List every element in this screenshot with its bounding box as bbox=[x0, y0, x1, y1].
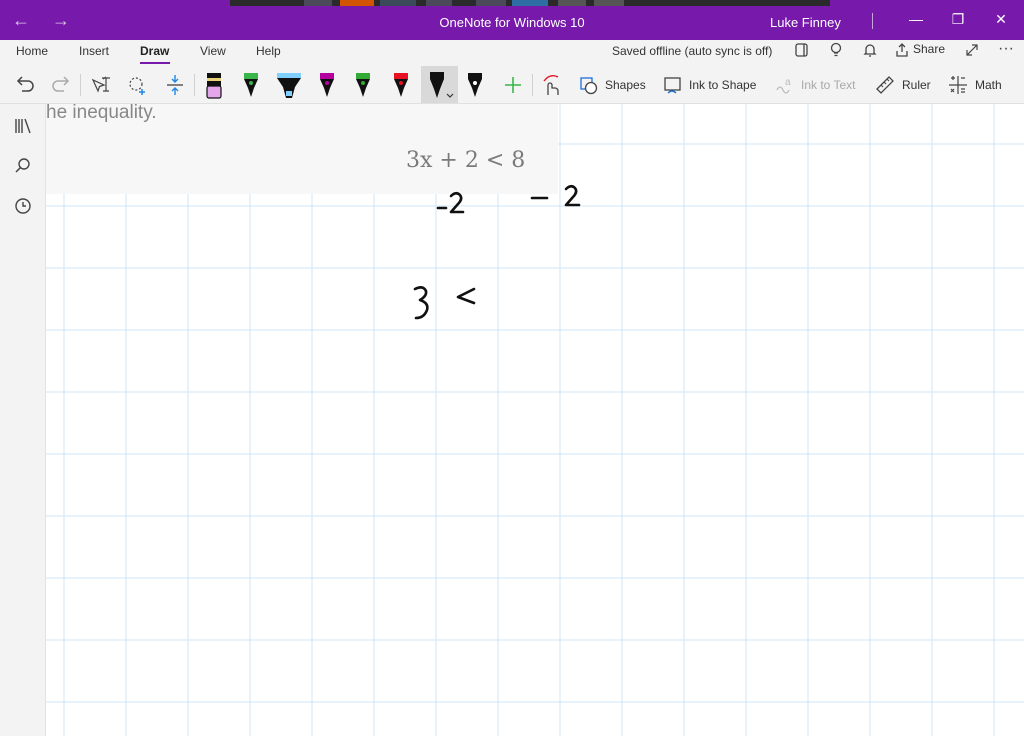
pen-green-icon[interactable] bbox=[240, 72, 262, 98]
close-icon[interactable]: ✕ bbox=[991, 11, 1011, 28]
ink-layer[interactable] bbox=[46, 104, 1024, 736]
ink-to-shape-button[interactable]: Ink to Shape bbox=[689, 78, 756, 92]
active-tab-indicator bbox=[140, 62, 170, 64]
user-name[interactable]: Luke Finney bbox=[770, 15, 841, 30]
more-options-icon[interactable]: ··· bbox=[998, 40, 1014, 58]
share-icon[interactable] bbox=[894, 42, 910, 61]
add-space-icon[interactable] bbox=[164, 72, 186, 98]
shapes-icon[interactable] bbox=[578, 72, 600, 98]
title-bar: ← → OneNote for Windows 10 Luke Finney —… bbox=[0, 0, 1024, 40]
ink-to-text-icon[interactable]: a bbox=[774, 72, 796, 98]
pen-black-selected-icon[interactable] bbox=[426, 72, 456, 98]
taskbar-strip bbox=[230, 0, 830, 6]
pen-purple-icon[interactable] bbox=[316, 72, 338, 98]
ruler-button[interactable]: Ruler bbox=[902, 78, 931, 92]
bell-icon[interactable] bbox=[862, 42, 878, 61]
draw-toolbar: Shapes Ink to Shape a Ink to Text Ruler … bbox=[0, 66, 1024, 104]
page-canvas[interactable]: he inequality. 3x + 2 < 8 bbox=[46, 104, 1024, 736]
ribbon-tabs: Home Insert Draw View Help Saved offline… bbox=[0, 40, 1024, 66]
pen-black-icon[interactable] bbox=[464, 72, 486, 98]
fullscreen-icon[interactable] bbox=[964, 42, 980, 61]
shapes-button[interactable]: Shapes bbox=[605, 78, 646, 92]
add-pen-icon[interactable] bbox=[502, 72, 524, 98]
ink-three-less-than[interactable] bbox=[413, 286, 476, 320]
navigation-sidebar bbox=[0, 104, 46, 736]
lasso-select-icon[interactable] bbox=[126, 72, 150, 98]
toolbar-separator bbox=[532, 74, 533, 96]
tab-draw[interactable]: Draw bbox=[140, 44, 169, 58]
toolbar-separator bbox=[80, 74, 81, 96]
ink-to-shape-icon[interactable] bbox=[662, 72, 684, 98]
math-icon[interactable] bbox=[947, 72, 969, 98]
share-button[interactable]: Share bbox=[913, 42, 945, 56]
pen-red-icon[interactable] bbox=[390, 72, 412, 98]
title-separator bbox=[872, 13, 873, 29]
svg-text:a: a bbox=[785, 77, 791, 88]
notebook-icon[interactable] bbox=[794, 42, 810, 61]
toolbar-separator bbox=[194, 74, 195, 96]
window-title: OneNote for Windows 10 bbox=[439, 15, 585, 30]
ink-to-text-button[interactable]: Ink to Text bbox=[801, 78, 855, 92]
lightbulb-icon[interactable] bbox=[828, 42, 844, 61]
ink-minus-two-left[interactable] bbox=[436, 191, 465, 214]
recent-icon[interactable] bbox=[13, 196, 33, 216]
minimize-icon[interactable]: — bbox=[906, 11, 926, 27]
type-select-icon[interactable] bbox=[90, 72, 114, 98]
restore-icon[interactable]: ❐ bbox=[948, 11, 968, 28]
notebooks-icon[interactable] bbox=[13, 116, 33, 136]
redo-icon[interactable] bbox=[50, 72, 72, 98]
tab-view[interactable]: View bbox=[200, 44, 226, 58]
highlighter-blue-icon[interactable] bbox=[276, 72, 302, 98]
touch-draw-icon[interactable] bbox=[540, 72, 562, 98]
search-icon[interactable] bbox=[13, 156, 33, 176]
eraser-icon[interactable] bbox=[204, 72, 224, 99]
math-button[interactable]: Math bbox=[975, 78, 1002, 92]
sync-status: Saved offline (auto sync is off) bbox=[612, 44, 773, 58]
pen-green-2-icon[interactable] bbox=[352, 72, 374, 98]
undo-icon[interactable] bbox=[14, 72, 36, 98]
ruler-icon[interactable] bbox=[874, 72, 896, 98]
tab-insert[interactable]: Insert bbox=[79, 44, 109, 58]
ink-minus-two-right[interactable] bbox=[530, 184, 581, 207]
tab-help[interactable]: Help bbox=[256, 44, 281, 58]
tab-home[interactable]: Home bbox=[16, 44, 48, 58]
